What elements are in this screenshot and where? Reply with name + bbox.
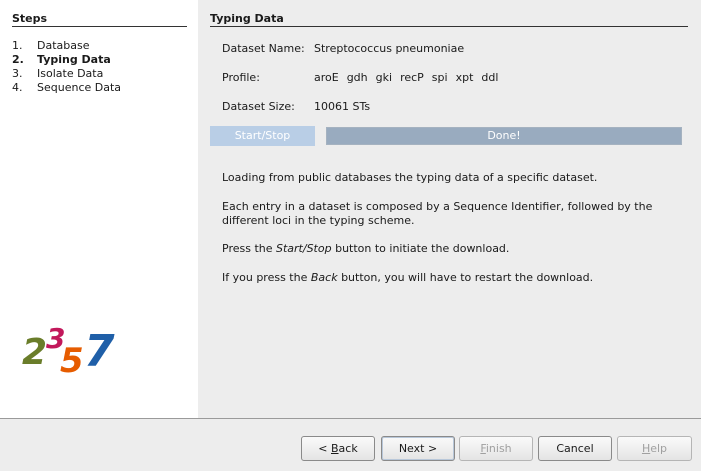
help-button[interactable]: Help xyxy=(617,436,692,461)
finish-button[interactable]: Finish xyxy=(459,436,533,461)
app-logo: 2 3 5 7 xyxy=(22,322,115,378)
step-item-database: 1. Database xyxy=(12,39,121,53)
dataset-size-label: Dataset Size: xyxy=(222,100,295,113)
logo-digit-2: 2 xyxy=(22,332,47,373)
step-number: 1. xyxy=(12,39,23,52)
step-item-typing-data: 2. Typing Data xyxy=(12,53,121,67)
step-label: Typing Data xyxy=(37,53,111,66)
profile-loci: aroE gdh gki recP spi xpt ddl xyxy=(314,71,506,84)
text-span: If you press the xyxy=(222,271,311,284)
steps-list: 1. Database 2. Typing Data 3. Isolate Data … xyxy=(12,39,121,95)
locus: xpt xyxy=(455,71,474,84)
emphasis-start-stop: Start/Stop xyxy=(276,242,332,255)
step-label: Database xyxy=(37,39,90,52)
description-paragraph-4: If you press the Back button, you will h… xyxy=(222,271,682,285)
step-number: 4. xyxy=(12,81,23,94)
step-label: Isolate Data xyxy=(37,67,104,80)
cancel-button[interactable]: Cancel xyxy=(538,436,612,461)
text-span: Press the xyxy=(222,242,276,255)
next-button[interactable]: Next > xyxy=(381,436,455,461)
wizard-main-panel: Typing Data Dataset Name: Streptococcus … xyxy=(198,0,701,418)
button-text: inish xyxy=(485,442,512,455)
locus: aroE xyxy=(314,71,339,84)
steps-title: Steps xyxy=(12,12,187,27)
mnemonic: H xyxy=(641,442,651,455)
button-text: ack xyxy=(338,442,358,455)
dataset-name-value: Streptococcus pneumoniae xyxy=(314,42,465,55)
start-stop-button[interactable]: Start/Stop xyxy=(210,126,315,146)
button-text: elp xyxy=(650,442,668,455)
dataset-size-value: 10061 STs xyxy=(314,100,371,113)
locus: gki xyxy=(375,71,393,84)
locus: gdh xyxy=(346,71,368,84)
wizard-sidebar: Steps 1. Database 2. Typing Data 3. Isolate… xyxy=(0,0,198,418)
logo-digit-7: 7 xyxy=(84,326,115,377)
button-text: < xyxy=(318,442,331,455)
download-progress-bar: Done! xyxy=(326,127,682,145)
description-paragraph-3: Press the Start/Stop button to initiate … xyxy=(222,242,682,256)
description-paragraph-2: Each entry in a dataset is composed by a… xyxy=(222,200,653,227)
back-button[interactable]: < Back xyxy=(301,436,375,461)
locus: recP xyxy=(400,71,424,84)
step-label: Sequence Data xyxy=(37,81,122,94)
wizard-button-bar: < Back Next > Finish Cancel Help xyxy=(0,418,701,471)
mnemonic: B xyxy=(331,442,339,455)
description-paragraph-1: Loading from public databases the typing… xyxy=(222,171,598,184)
progress-text: Done! xyxy=(487,129,521,142)
dataset-name-label: Dataset Name: xyxy=(222,42,305,55)
step-item-isolate-data: 3. Isolate Data xyxy=(12,67,121,81)
locus: ddl xyxy=(481,71,499,84)
logo-digit-5: 5 xyxy=(60,341,84,378)
emphasis-back: Back xyxy=(310,271,338,284)
step-number: 3. xyxy=(12,67,23,80)
locus: spi xyxy=(431,71,448,84)
page-title: Typing Data xyxy=(210,12,688,27)
profile-label: Profile: xyxy=(222,71,260,84)
text-span: button to initiate the download. xyxy=(331,242,510,255)
step-item-sequence-data: 4. Sequence Data xyxy=(12,81,121,95)
step-number: 2. xyxy=(12,53,24,66)
text-span: button, you will have to restart the dow… xyxy=(337,271,594,284)
